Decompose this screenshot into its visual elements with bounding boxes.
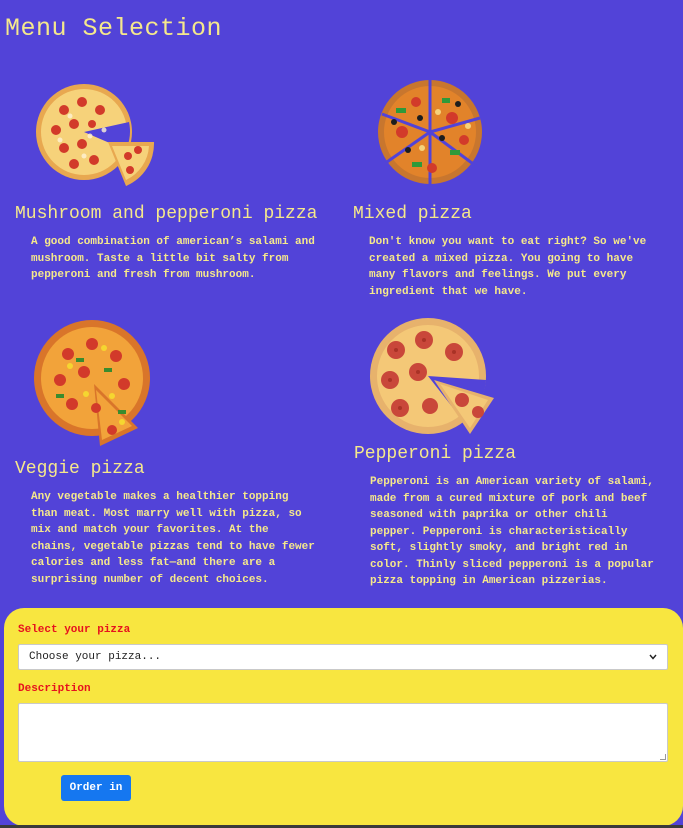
pizza-select-value: Choose your pizza... [29, 651, 162, 663]
pizza-title: Veggie pizza [15, 459, 145, 479]
pepperoni-pizza-image [370, 318, 494, 434]
pizza-description: Any vegetable makes a healthier topping … [31, 491, 315, 586]
veggie-pizza-image [34, 320, 150, 446]
pizza-card-mushroom-pepperoni: Mushroom and pepperoni pizza A good comb… [15, 203, 320, 284]
mixed-pizza-image [378, 80, 482, 186]
pizza-description: Don't know you want to eat right? So we'… [369, 236, 647, 298]
pizza-card-veggie: Veggie pizza Any vegetable makes a healt… [15, 458, 320, 588]
pizza-description: A good combination of american’s salami … [31, 236, 315, 281]
pizza-select[interactable]: Choose your pizza... [18, 644, 668, 670]
page-title: Menu Selection [5, 14, 223, 43]
resize-grip-icon[interactable] [660, 754, 666, 760]
chevron-down-icon [649, 654, 657, 660]
pizza-card-mixed: Mixed pizza Don't know you want to eat r… [353, 203, 658, 300]
mushroom-pepperoni-pizza-image [36, 84, 155, 186]
order-in-button[interactable]: Order in [61, 775, 131, 801]
description-textarea[interactable] [18, 703, 668, 762]
pizza-title: Mushroom and pepperoni pizza [15, 204, 318, 224]
pizza-card-pepperoni: Pepperoni pizza Pepperoni is an American… [354, 443, 659, 590]
order-form: Select your pizza Choose your pizza... D… [4, 608, 683, 826]
select-pizza-label: Select your pizza [18, 624, 131, 636]
pizza-title: Mixed pizza [353, 204, 472, 224]
pizza-description: Pepperoni is an American variety of sala… [370, 476, 654, 587]
description-label: Description [18, 683, 91, 695]
pizza-title: Pepperoni pizza [354, 444, 517, 464]
